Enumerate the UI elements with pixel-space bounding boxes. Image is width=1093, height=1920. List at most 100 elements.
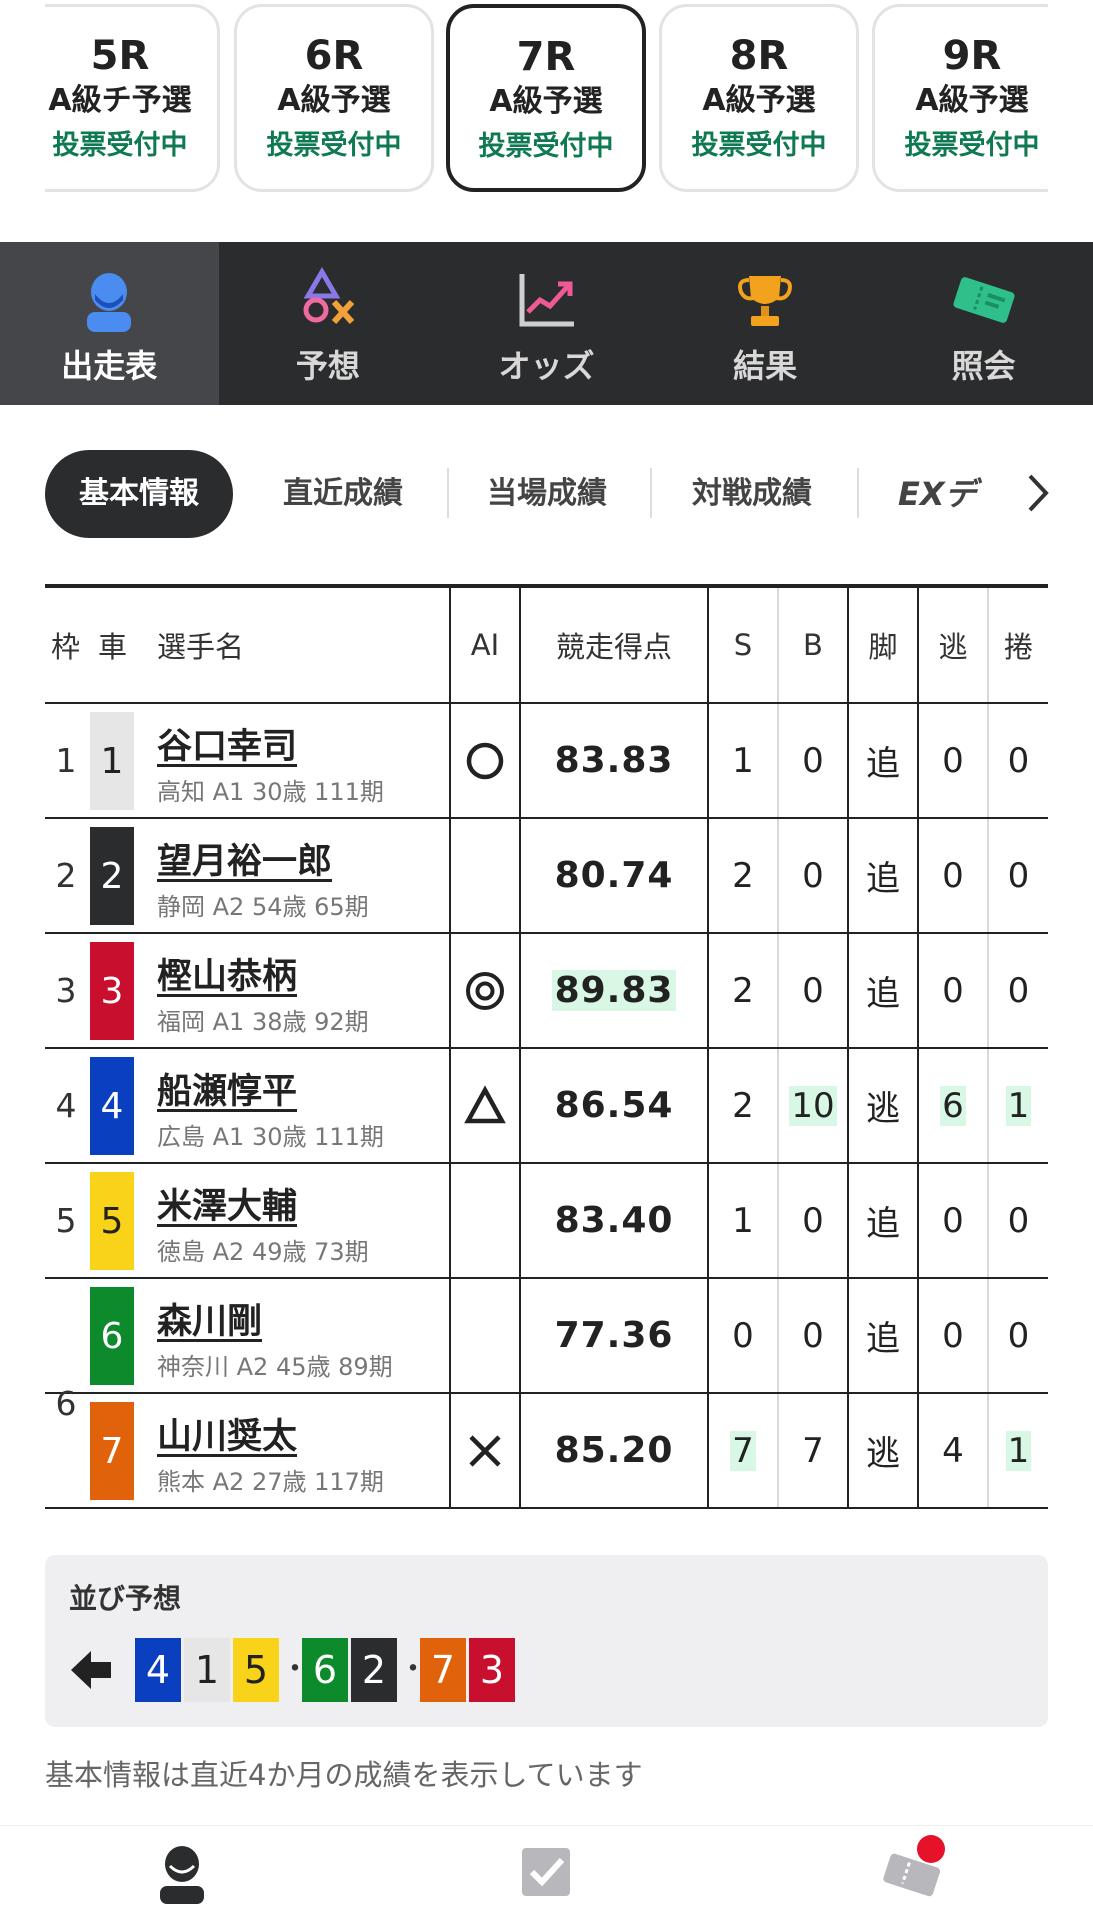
makuri-value-text: 1 bbox=[1005, 1430, 1032, 1471]
score-cell: 77.36 bbox=[521, 1279, 707, 1392]
s-value: 2 bbox=[732, 855, 754, 896]
race-tab-8r[interactable]: 8R A級予選 投票受付中 bbox=[659, 4, 859, 192]
player-name-link[interactable]: 山川奨太 bbox=[157, 1408, 297, 1459]
header-s: S bbox=[733, 628, 753, 662]
makuri-value: 0 bbox=[1007, 1200, 1030, 1241]
header-makuri: 捲 bbox=[1003, 630, 1033, 664]
b-value: 0 bbox=[802, 970, 824, 1011]
header-waku: 枠 bbox=[51, 630, 81, 664]
s-value-text: 7 bbox=[730, 1430, 756, 1471]
score-value: 83.40 bbox=[554, 1200, 674, 1241]
tab-separator bbox=[650, 468, 652, 518]
nav-inquiry[interactable]: 照会 bbox=[874, 242, 1093, 405]
line-car-badge: 3 bbox=[469, 1638, 515, 1702]
leg-value: 追 bbox=[866, 1319, 900, 1359]
leg-value: 追 bbox=[866, 974, 900, 1014]
header-b: B bbox=[803, 628, 823, 662]
race-tab-6r[interactable]: 6R A級予選 投票受付中 bbox=[234, 4, 434, 192]
line-car-badge: 5 bbox=[233, 1638, 279, 1702]
nav-label: 予想 bbox=[295, 347, 360, 385]
table-row[interactable]: 6 6 森川剛 神奈川 A2 45歳 89期 77.36 0 0 追 0 0 bbox=[45, 1279, 1048, 1423]
nav-entry-list[interactable]: 出走表 bbox=[0, 242, 219, 405]
score-value: 77.36 bbox=[554, 1315, 674, 1356]
double-circle-mark-icon bbox=[466, 971, 504, 1010]
b-value: 0 bbox=[802, 855, 824, 896]
tab-basic-info[interactable]: 基本情報 bbox=[45, 450, 233, 538]
car-number-badge: 2 bbox=[90, 827, 134, 925]
race-status: 投票受付中 bbox=[478, 131, 614, 162]
line-prediction-title: 並び予想 bbox=[69, 1582, 182, 1615]
race-tab-7r[interactable]: 7R A級予選 投票受付中 bbox=[446, 4, 646, 192]
player-name-link[interactable]: 望月裕一郎 bbox=[157, 833, 332, 884]
header-name: 選手名 bbox=[157, 630, 245, 664]
table-row[interactable]: 5 5 米澤大輔 徳島 A2 49歳 73期 83.40 1 0 追 0 0 bbox=[45, 1164, 1048, 1279]
nav-prediction[interactable]: 予想 bbox=[219, 242, 438, 405]
score-cell: 86.54 bbox=[521, 1049, 707, 1162]
tab-separator bbox=[447, 468, 449, 518]
line-car-badge: 4 bbox=[135, 1638, 181, 1702]
race-status: 投票受付中 bbox=[52, 130, 188, 161]
nav-result[interactable]: 結果 bbox=[656, 242, 875, 405]
player-info: 福岡 A1 38歳 92期 bbox=[157, 1008, 369, 1036]
ai-mark bbox=[451, 1279, 519, 1392]
entry-table: 枠 車 選手名 AI 競走得点 S B 脚 逃 捲 1 1 谷口幸司 高知 A1… bbox=[45, 584, 1048, 1509]
table-row[interactable]: 1 1 谷口幸司 高知 A1 30歳 111期 83.83 1 0 追 0 0 bbox=[45, 704, 1048, 819]
race-status: 投票受付中 bbox=[904, 130, 1040, 161]
race-class: A級チ予選 bbox=[48, 83, 192, 118]
car-number-badge: 7 bbox=[90, 1402, 134, 1500]
makuri-value: 0 bbox=[1007, 970, 1030, 1011]
tab-matchup-results[interactable]: 対戦成績 bbox=[677, 450, 827, 538]
score-value: 80.74 bbox=[554, 855, 674, 896]
leg-value: 逃 bbox=[866, 1089, 900, 1129]
tab-ex-data[interactable]: EXデ bbox=[898, 450, 1016, 538]
score-cell: 83.40 bbox=[521, 1164, 707, 1277]
car-number-badge: 5 bbox=[90, 1172, 134, 1270]
header-car: 車 bbox=[98, 630, 128, 664]
player-info: 広島 A1 30歳 111期 bbox=[157, 1123, 384, 1151]
table-row[interactable]: 2 2 望月裕一郎 静岡 A2 54歳 65期 80.74 2 0 追 0 0 bbox=[45, 819, 1048, 934]
race-status: 投票受付中 bbox=[266, 130, 402, 161]
car-number-badge: 6 bbox=[90, 1287, 134, 1385]
checkbox-icon[interactable] bbox=[510, 1836, 582, 1908]
header-score: 競走得点 bbox=[555, 630, 672, 664]
table-row[interactable]: 4 4 船瀬惇平 広島 A1 30歳 111期 86.54 2 10 逃 6 1 bbox=[45, 1049, 1048, 1164]
player-name-link[interactable]: 樫山恭柄 bbox=[157, 948, 297, 999]
tab-venue-results[interactable]: 当場成績 bbox=[472, 450, 622, 538]
header-ai: AI bbox=[470, 628, 500, 662]
race-tab-9r[interactable]: 9R A級予選 投票受付中 bbox=[872, 4, 1072, 192]
s-value: 2 bbox=[732, 1085, 754, 1126]
nige-value: 4 bbox=[942, 1430, 964, 1471]
makuri-value: 1 bbox=[989, 1049, 1048, 1162]
racer-icon[interactable] bbox=[146, 1836, 218, 1908]
race-tab-bar: 5R A級チ予選 投票受付中 6R A級予選 投票受付中 7R A級予選 投票受… bbox=[0, 0, 1093, 240]
notification-badge bbox=[917, 1835, 945, 1863]
player-name-link[interactable]: 谷口幸司 bbox=[157, 718, 297, 769]
player-name-link[interactable]: 米澤大輔 bbox=[157, 1178, 297, 1229]
arrow-left-icon bbox=[71, 1651, 111, 1689]
player-name-link[interactable]: 船瀬惇平 bbox=[157, 1063, 297, 1114]
nav-odds[interactable]: オッズ bbox=[437, 242, 656, 405]
racer-icon bbox=[87, 273, 132, 332]
s-value: 7 bbox=[709, 1394, 777, 1507]
header-nige: 逃 bbox=[938, 630, 968, 664]
line-separator: ・ bbox=[398, 1652, 428, 1687]
score-cell: 85.20 bbox=[521, 1394, 707, 1507]
score-cell: 80.74 bbox=[521, 819, 707, 932]
leg-value: 追 bbox=[866, 859, 900, 899]
table-row[interactable]: 3 3 樫山恭柄 福岡 A1 38歳 92期 89.83 2 0 追 0 0 bbox=[45, 934, 1048, 1049]
line-prediction-box: 並び予想 4 1 5 ・ 6 2 ・ 7 3 bbox=[45, 1555, 1048, 1727]
nav-label: 出走表 bbox=[61, 347, 158, 385]
player-name-link[interactable]: 森川剛 bbox=[157, 1293, 262, 1344]
s-value: 1 bbox=[732, 1200, 754, 1241]
race-tab-5r[interactable]: 5R A級チ予選 投票受付中 bbox=[20, 4, 220, 192]
race-class: A級予選 bbox=[489, 84, 603, 119]
score-value: 83.83 bbox=[554, 740, 674, 781]
chevron-right-icon[interactable] bbox=[1018, 468, 1058, 518]
scroll-edge-right bbox=[1048, 0, 1093, 200]
line-car-badge: 6 bbox=[302, 1638, 348, 1702]
odds-chart-icon bbox=[519, 274, 575, 327]
cross-mark-icon bbox=[469, 1434, 501, 1467]
table-row[interactable]: 7 山川奨太 熊本 A2 27歳 117期 85.20 7 7 逃 4 1 bbox=[45, 1394, 1048, 1509]
ai-mark bbox=[451, 819, 519, 932]
tab-recent-results[interactable]: 直近成績 bbox=[268, 450, 418, 538]
